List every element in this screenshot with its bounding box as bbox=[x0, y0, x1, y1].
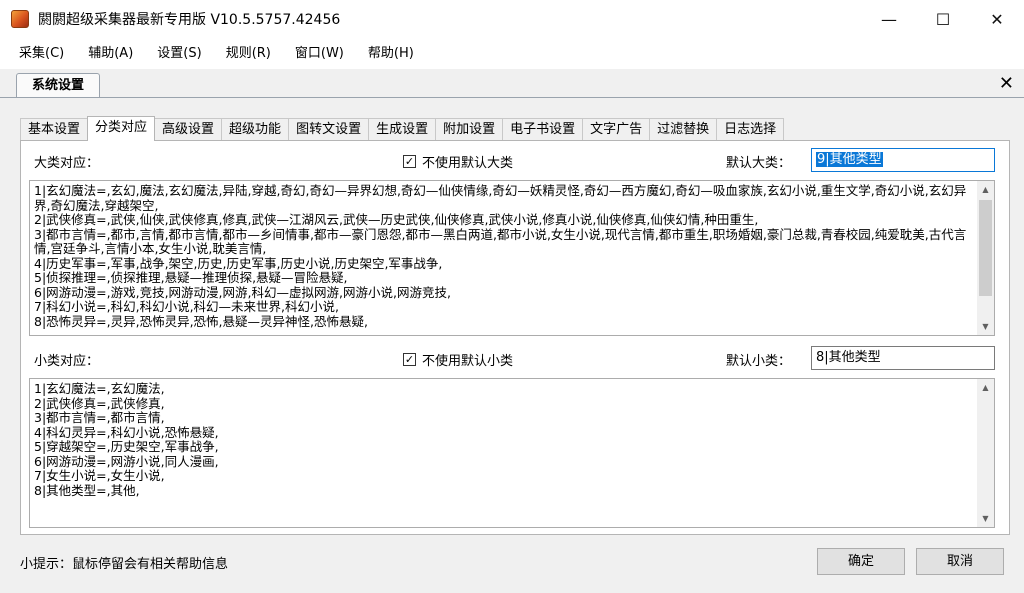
default-small-category-field[interactable]: 8|其他类型 bbox=[811, 346, 995, 370]
big-category-scrollbar[interactable]: ▲ ▼ bbox=[977, 181, 994, 335]
cancel-button[interactable]: 取消 bbox=[916, 548, 1004, 575]
title-bar: 閼閼超级采集器最新专用版 V10.5.5757.42456 — ☐ ✕ bbox=[0, 0, 1024, 38]
tab-ebook-settings[interactable]: 电子书设置 bbox=[502, 118, 584, 141]
default-big-category-selection: 9|其他类型 bbox=[816, 152, 883, 167]
tab-basic-settings[interactable]: 基本设置 bbox=[20, 118, 89, 141]
menu-settings[interactable]: 设置(S) bbox=[145, 38, 213, 69]
default-big-category-label: 默认大类： bbox=[726, 156, 792, 171]
chevron-up-icon[interactable]: ▲ bbox=[977, 379, 994, 396]
app-icon bbox=[11, 10, 29, 28]
checkbox-box[interactable]: ✓ bbox=[403, 155, 416, 168]
minimize-button[interactable]: — bbox=[862, 0, 916, 38]
chevron-down-icon[interactable]: ▼ bbox=[977, 318, 994, 335]
tab-image-to-text[interactable]: 图转文设置 bbox=[288, 118, 370, 141]
document-tab-system-settings[interactable]: 系统设置 bbox=[16, 73, 100, 98]
chevron-up-icon[interactable]: ▲ bbox=[977, 181, 994, 198]
tab-super-features[interactable]: 超级功能 bbox=[221, 118, 290, 141]
menu-window[interactable]: 窗口(W) bbox=[283, 38, 356, 69]
checkbox-box[interactable]: ✓ bbox=[403, 353, 416, 366]
menu-collect[interactable]: 采集(C) bbox=[7, 38, 76, 69]
menu-bar: 采集(C) 辅助(A) 设置(S) 规则(R) 窗口(W) 帮助(H) bbox=[0, 38, 1024, 69]
window-title: 閼閼超级采集器最新专用版 V10.5.5757.42456 bbox=[38, 12, 341, 28]
default-big-category-field[interactable]: 9|其他类型 bbox=[811, 148, 995, 172]
small-category-mapping-text: 1|玄幻魔法=,玄幻魔法, 2|武侠修真=,武侠修真, 3|都市言情=,都市言情… bbox=[34, 382, 219, 498]
no-default-small-category-checkbox[interactable]: ✓ 不使用默认小类 bbox=[403, 350, 513, 369]
close-button[interactable]: ✕ bbox=[970, 0, 1024, 38]
menu-help[interactable]: 帮助(H) bbox=[356, 38, 426, 69]
tab-extra-settings[interactable]: 附加设置 bbox=[435, 118, 504, 141]
tab-log-selection[interactable]: 日志选择 bbox=[716, 118, 785, 141]
tab-text-ads[interactable]: 文字广告 bbox=[582, 118, 651, 141]
chevron-down-icon[interactable]: ▼ bbox=[977, 510, 994, 527]
tab-category-mapping[interactable]: 分类对应 bbox=[87, 116, 156, 141]
tab-generation-settings[interactable]: 生成设置 bbox=[368, 118, 437, 141]
checkmark-icon: ✓ bbox=[404, 353, 415, 366]
settings-tab-strip: 基本设置 分类对应 高级设置 超级功能 图转文设置 生成设置 附加设置 电子书设… bbox=[20, 116, 785, 141]
help-tip: 小提示：鼠标停留会有相关帮助信息 bbox=[20, 557, 229, 572]
big-category-mapping-textarea[interactable]: 1|玄幻魔法=,玄幻,魔法,玄幻魔法,异陆,穿越,奇幻,奇幻—异界幻想,奇幻—仙… bbox=[29, 180, 995, 336]
big-category-label: 大类对应： bbox=[34, 156, 100, 171]
document-tab-divider bbox=[0, 97, 1024, 98]
checkmark-icon: ✓ bbox=[404, 155, 415, 168]
tab-filter-replace[interactable]: 过滤替换 bbox=[649, 118, 718, 141]
small-category-label: 小类对应： bbox=[34, 354, 100, 369]
small-category-mapping-textarea[interactable]: 1|玄幻魔法=,玄幻魔法, 2|武侠修真=,武侠修真, 3|都市言情=,都市言情… bbox=[29, 378, 995, 528]
maximize-button[interactable]: ☐ bbox=[916, 0, 970, 38]
no-default-big-category-checkbox[interactable]: ✓ 不使用默认大类 bbox=[403, 152, 513, 171]
ok-button[interactable]: 确定 bbox=[817, 548, 905, 575]
window-controls: — ☐ ✕ bbox=[862, 0, 1024, 38]
tab-advanced-settings[interactable]: 高级设置 bbox=[154, 118, 223, 141]
big-category-mapping-text: 1|玄幻魔法=,玄幻,魔法,玄幻魔法,异陆,穿越,奇幻,奇幻—异界幻想,奇幻—仙… bbox=[34, 184, 967, 329]
no-default-big-category-label: 不使用默认大类 bbox=[422, 156, 514, 171]
no-default-small-category-label: 不使用默认小类 bbox=[422, 354, 514, 369]
scroll-thumb[interactable] bbox=[979, 200, 992, 296]
small-category-scrollbar[interactable]: ▲ ▼ bbox=[977, 379, 994, 527]
default-small-category-label: 默认小类： bbox=[726, 354, 792, 369]
menu-rules[interactable]: 规则(R) bbox=[214, 38, 283, 69]
document-close-icon[interactable]: ✕ bbox=[999, 74, 1014, 94]
menu-assist[interactable]: 辅助(A) bbox=[76, 38, 145, 69]
